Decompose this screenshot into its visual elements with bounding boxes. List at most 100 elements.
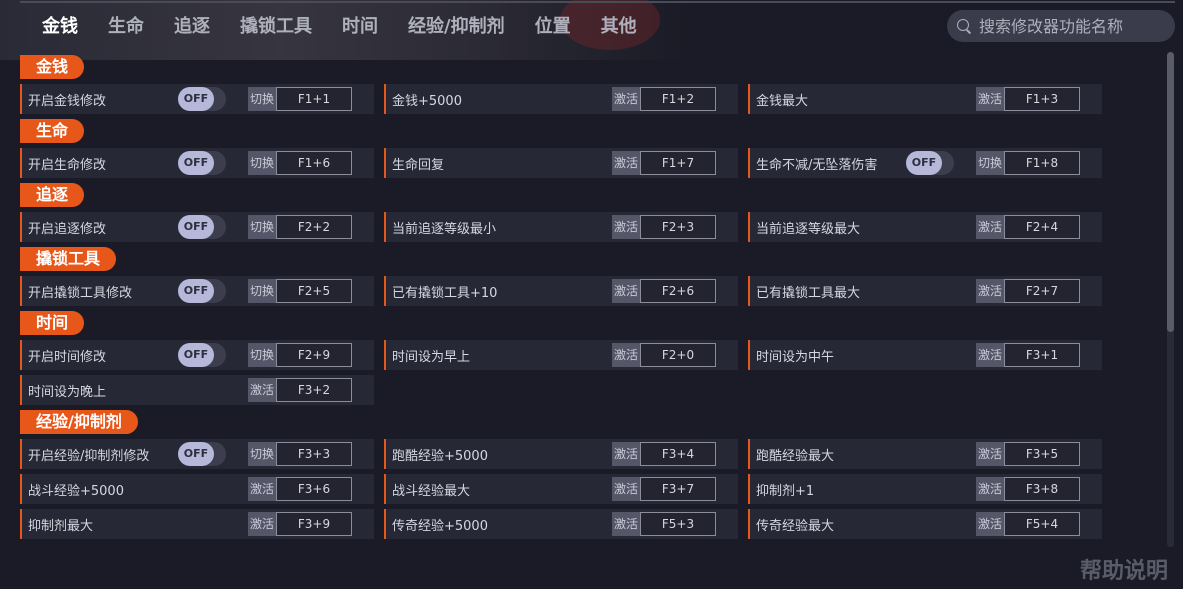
toggle-switch[interactable]: OFF xyxy=(906,151,954,175)
search-input[interactable] xyxy=(979,16,1169,36)
hotkey-mode-label: 激活 xyxy=(976,215,1004,239)
hotkey-field[interactable]: F3+1 xyxy=(1004,343,1080,367)
cheat-row[interactable]: 时间设为晚上 激活 F3+2 xyxy=(20,375,374,405)
hotkey-mode-label: 切换 xyxy=(248,151,276,175)
cheat-label: 开启时间修改 xyxy=(28,349,107,365)
hotkey-field[interactable]: F1+3 xyxy=(1004,87,1080,111)
toggle-state-label: OFF xyxy=(178,151,214,175)
section-header: 追逐 xyxy=(20,183,85,207)
tab-7[interactable]: 其他 xyxy=(601,12,637,42)
cheat-row[interactable]: 战斗经验最大 激活 F3+7 xyxy=(384,474,738,504)
toggle-switch[interactable]: OFF xyxy=(178,343,226,367)
cheat-row[interactable]: 金钱最大 激活 F1+3 xyxy=(748,84,1102,114)
cheat-label: 开启金钱修改 xyxy=(28,93,107,109)
toggle-switch[interactable]: OFF xyxy=(178,151,226,175)
cheat-row[interactable]: 时间设为中午 激活 F3+1 xyxy=(748,340,1102,370)
cheat-row[interactable]: 抑制剂最大 激活 F3+9 xyxy=(20,509,374,539)
search-box[interactable] xyxy=(947,10,1175,42)
cheat-row[interactable]: 传奇经验最大 激活 F5+4 xyxy=(748,509,1102,539)
cheat-row[interactable]: 已有撬锁工具最大 激活 F2+7 xyxy=(748,276,1102,306)
cheat-row[interactable]: 跑酷经验+5000 激活 F3+4 xyxy=(384,439,738,469)
scrollbar-thumb[interactable] xyxy=(1167,52,1174,332)
toggle-state-label: OFF xyxy=(178,87,214,111)
hotkey-mode-label: 激活 xyxy=(248,477,276,501)
hotkey-field[interactable]: F1+7 xyxy=(640,151,716,175)
cheat-row[interactable]: 战斗经验+5000 激活 F3+6 xyxy=(20,474,374,504)
tab-6[interactable]: 位置 xyxy=(535,12,571,42)
cheat-label: 时间设为早上 xyxy=(392,349,471,365)
cheat-row[interactable]: 开启经验/抑制剂修改 OFF 切换 F3+3 xyxy=(20,439,374,469)
cheat-row[interactable]: 跑酷经验最大 激活 F3+5 xyxy=(748,439,1102,469)
cheat-label: 已有撬锁工具+10 xyxy=(392,285,498,301)
toggle-switch[interactable]: OFF xyxy=(178,87,226,111)
toggle-state-label: OFF xyxy=(906,151,942,175)
toggle-switch[interactable]: OFF xyxy=(178,279,226,303)
hotkey-mode-label: 激活 xyxy=(248,378,276,402)
cheat-row[interactable]: 生命不减/无坠落伤害 OFF 切换 F1+8 xyxy=(748,148,1102,178)
hotkey-field[interactable]: F2+6 xyxy=(640,279,716,303)
toggle-switch[interactable]: OFF xyxy=(178,442,226,466)
section-header: 撬锁工具 xyxy=(20,247,117,271)
cheat-label: 开启生命修改 xyxy=(28,157,107,173)
cheat-row[interactable]: 时间设为早上 激活 F2+0 xyxy=(384,340,738,370)
cheat-label: 金钱+5000 xyxy=(392,93,462,109)
hotkey-mode-label: 激活 xyxy=(612,477,640,501)
hotkey-mode-label: 激活 xyxy=(248,512,276,536)
tab-3[interactable]: 撬锁工具 xyxy=(240,12,312,42)
hotkey-field[interactable]: F1+2 xyxy=(640,87,716,111)
hotkey-mode-label: 切换 xyxy=(248,442,276,466)
hotkey-field[interactable]: F2+0 xyxy=(640,343,716,367)
hotkey-field[interactable]: F2+9 xyxy=(276,343,352,367)
toggle-state-label: OFF xyxy=(178,215,214,239)
hotkey-field[interactable]: F1+6 xyxy=(276,151,352,175)
cheat-label: 金钱最大 xyxy=(756,93,809,109)
hotkey-field[interactable]: F3+7 xyxy=(640,477,716,501)
cheat-label: 当前追逐等级最大 xyxy=(756,221,861,237)
tab-5[interactable]: 经验/抑制剂 xyxy=(408,12,505,42)
cheat-label: 生命回复 xyxy=(392,157,445,173)
hotkey-field[interactable]: F3+5 xyxy=(1004,442,1080,466)
hotkey-field[interactable]: F2+7 xyxy=(1004,279,1080,303)
cheat-row[interactable]: 抑制剂+1 激活 F3+8 xyxy=(748,474,1102,504)
hotkey-mode-label: 激活 xyxy=(612,215,640,239)
help-link[interactable]: 帮助说明 xyxy=(1080,553,1168,585)
tab-0[interactable]: 金钱 xyxy=(42,12,78,42)
hotkey-field[interactable]: F2+3 xyxy=(640,215,716,239)
hotkey-field[interactable]: F5+3 xyxy=(640,512,716,536)
cheat-row[interactable]: 已有撬锁工具+10 激活 F2+6 xyxy=(384,276,738,306)
hotkey-field[interactable]: F3+6 xyxy=(276,477,352,501)
hotkey-field[interactable]: F3+3 xyxy=(276,442,352,466)
scrollbar[interactable] xyxy=(1167,52,1174,547)
cheat-label: 时间设为中午 xyxy=(756,349,835,365)
cheat-row[interactable]: 开启金钱修改 OFF 切换 F1+1 xyxy=(20,84,374,114)
hotkey-mode-label: 激活 xyxy=(612,343,640,367)
cheat-label: 开启追逐修改 xyxy=(28,221,107,237)
cheat-row[interactable]: 传奇经验+5000 激活 F5+3 xyxy=(384,509,738,539)
cheat-row[interactable]: 开启时间修改 OFF 切换 F2+9 xyxy=(20,340,374,370)
cheat-label: 跑酷经验最大 xyxy=(756,448,835,464)
cheat-row[interactable]: 当前追逐等级最大 激活 F2+4 xyxy=(748,212,1102,242)
cheat-row[interactable]: 当前追逐等级最小 激活 F2+3 xyxy=(384,212,738,242)
cheat-row[interactable]: 开启生命修改 OFF 切换 F1+6 xyxy=(20,148,374,178)
hotkey-field[interactable]: F5+4 xyxy=(1004,512,1080,536)
hotkey-field[interactable]: F1+8 xyxy=(1004,151,1080,175)
hotkey-field[interactable]: F3+9 xyxy=(276,512,352,536)
toggle-switch[interactable]: OFF xyxy=(178,215,226,239)
hotkey-field[interactable]: F2+4 xyxy=(1004,215,1080,239)
cheat-row[interactable]: 开启撬锁工具修改 OFF 切换 F2+5 xyxy=(20,276,374,306)
section-header: 经验/抑制剂 xyxy=(20,410,138,434)
hotkey-field[interactable]: F3+2 xyxy=(276,378,352,402)
hotkey-field[interactable]: F2+5 xyxy=(276,279,352,303)
hotkey-field[interactable]: F2+2 xyxy=(276,215,352,239)
hotkey-field[interactable]: F3+8 xyxy=(1004,477,1080,501)
section-header: 生命 xyxy=(20,119,85,143)
tab-1[interactable]: 生命 xyxy=(108,12,144,42)
cheat-row[interactable]: 金钱+5000 激活 F1+2 xyxy=(384,84,738,114)
tab-4[interactable]: 时间 xyxy=(342,12,378,42)
cheat-row[interactable]: 生命回复 激活 F1+7 xyxy=(384,148,738,178)
hotkey-field[interactable]: F3+4 xyxy=(640,442,716,466)
cheat-row[interactable]: 开启追逐修改 OFF 切换 F2+2 xyxy=(20,212,374,242)
hotkey-field[interactable]: F1+1 xyxy=(276,87,352,111)
tab-2[interactable]: 追逐 xyxy=(174,12,210,42)
cheat-label: 开启撬锁工具修改 xyxy=(28,285,133,301)
